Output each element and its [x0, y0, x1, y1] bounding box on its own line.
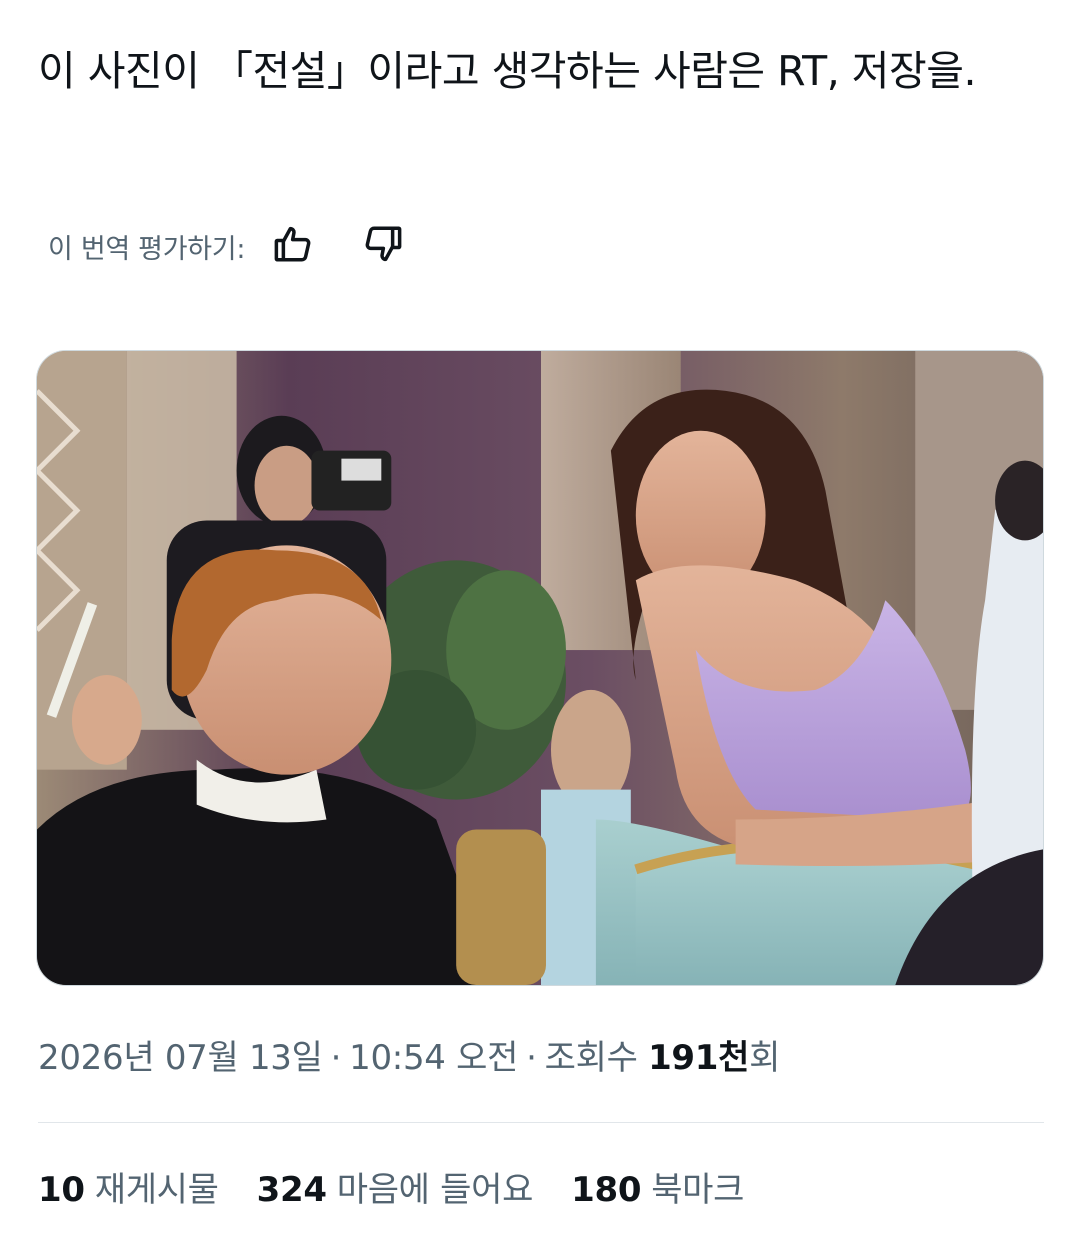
thumbs-up-icon	[272, 223, 314, 269]
rate-good-button[interactable]	[267, 220, 319, 272]
divider	[38, 1122, 1044, 1123]
likes-label: 마음에 들어요	[336, 1170, 534, 1210]
bookmarks-label: 북마크	[651, 1170, 745, 1210]
tweet-meta: 2026년 07월 13일 · 10:54 오전 · 조회수 191천회	[38, 1030, 780, 1079]
reposts-label: 재게시물	[94, 1170, 219, 1210]
tweet-date[interactable]: 2026년 07월 13일	[38, 1038, 323, 1078]
reposts-stat[interactable]: 10 재게시물	[38, 1162, 219, 1211]
engagement-stats: 10 재게시물 324 마음에 들어요 180 북마크	[38, 1162, 782, 1211]
reposts-count: 10	[38, 1170, 85, 1210]
tweet-text: 이 사진이 「전설」이라고 생각하는 사람은 RT, 저장을.	[38, 47, 977, 95]
meta-separator: ·	[330, 1038, 342, 1078]
thumbs-down-icon	[362, 223, 404, 269]
views-suffix: 회	[749, 1038, 781, 1078]
tweet-photo[interactable]	[36, 350, 1044, 986]
rate-bad-button[interactable]	[357, 220, 409, 272]
likes-stat[interactable]: 324 마음에 들어요	[256, 1162, 534, 1211]
translation-rating-label: 이 번역 평가하기:	[48, 233, 246, 265]
tweet-time[interactable]: 10:54 오전	[349, 1038, 518, 1078]
translation-rating: 이 번역 평가하기:	[48, 220, 409, 272]
views-label: 조회수	[544, 1038, 638, 1078]
views-count: 191천	[648, 1038, 750, 1078]
meta-separator: ·	[526, 1038, 537, 1078]
bookmarks-count: 180	[571, 1170, 642, 1210]
likes-count: 324	[256, 1170, 327, 1210]
bookmarks-stat[interactable]: 180 북마크	[571, 1162, 744, 1211]
